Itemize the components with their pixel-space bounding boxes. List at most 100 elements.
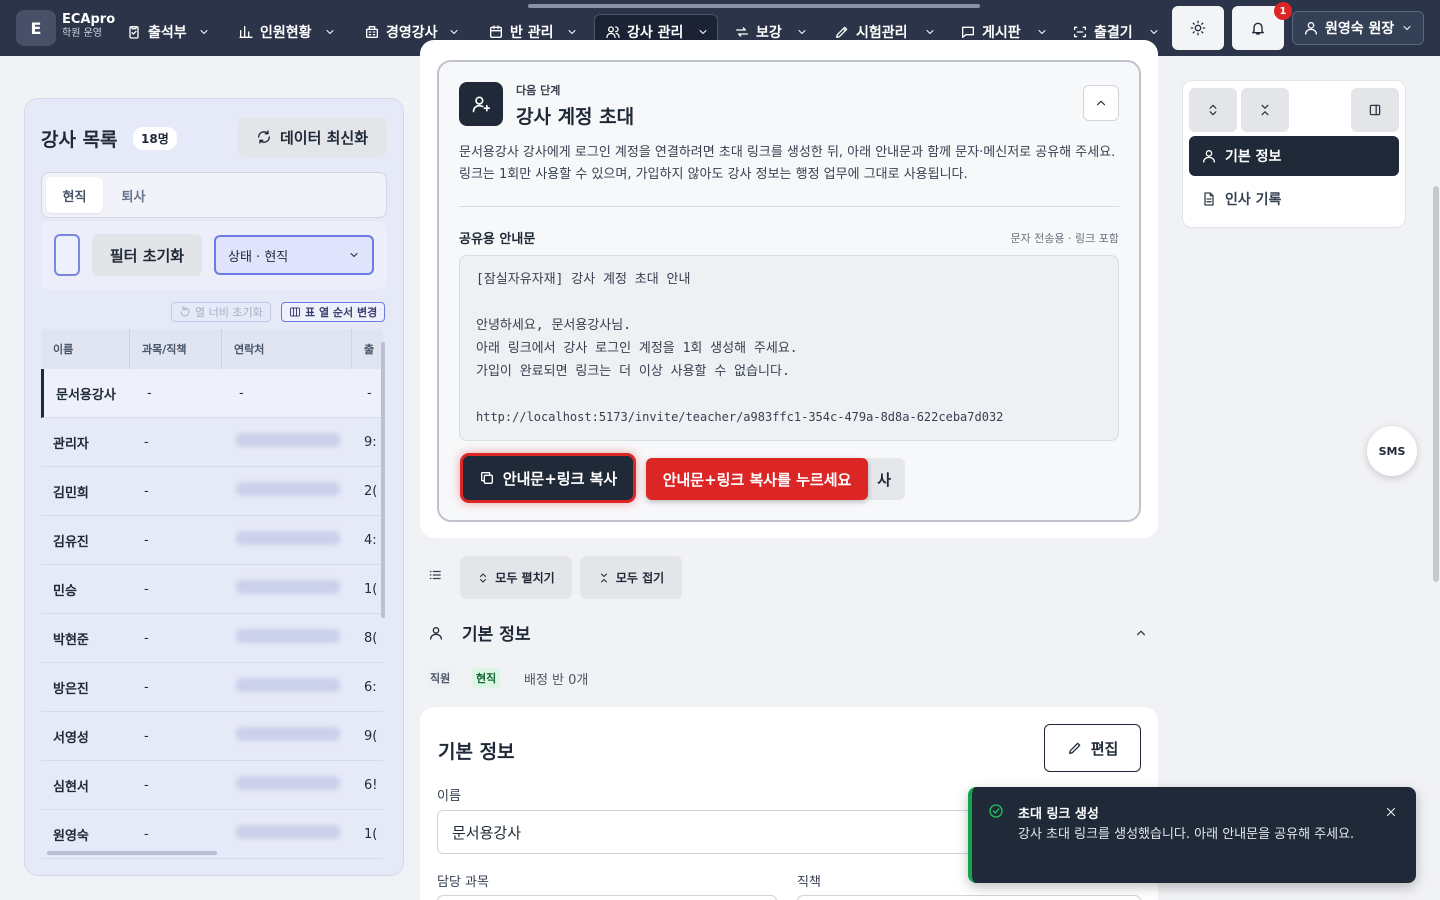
chevron-up-icon[interactable] bbox=[1134, 626, 1148, 640]
cell-extra: 8( bbox=[364, 630, 378, 646]
column-header-name[interactable]: 이름 bbox=[41, 329, 130, 369]
cell-subject: - bbox=[144, 728, 149, 744]
filter-bar: 필터 초기화 상태 · 현직 bbox=[41, 221, 387, 289]
cell-extra: 6! bbox=[364, 777, 378, 793]
pencil-icon bbox=[1068, 742, 1081, 754]
cell-name: 방은진 bbox=[53, 681, 89, 697]
name-field[interactable]: 문서용강사 bbox=[437, 810, 977, 854]
share-message-hint: 문자 전송용 · 링크 포함 bbox=[1010, 232, 1119, 245]
theme-toggle-button[interactable] bbox=[1172, 6, 1224, 50]
copy-button-label: 안내문+링크 복사 bbox=[502, 469, 618, 488]
nav-hr-records[interactable]: 인사 기록 bbox=[1189, 179, 1399, 219]
brand-name: ECApro bbox=[62, 12, 116, 27]
cell-extra: 1( bbox=[364, 826, 378, 842]
column-header-contact[interactable]: 연락처 bbox=[222, 329, 352, 369]
nav-label: 인원현황 bbox=[260, 25, 312, 41]
invite-link: http://localhost:5173/invite/teacher/a98… bbox=[476, 410, 1004, 424]
status-tabs: 현직 퇴사 bbox=[41, 172, 387, 218]
basic-info-section-header[interactable]: 기본 정보 bbox=[428, 620, 530, 645]
role-field[interactable] bbox=[797, 895, 1141, 900]
column-order-button[interactable]: 표 열 순서 변경 bbox=[281, 302, 386, 322]
toggle-panel-button[interactable] bbox=[1351, 88, 1399, 132]
nav-headcount[interactable]: 인원현황 bbox=[230, 14, 344, 50]
tab-current[interactable]: 현직 bbox=[46, 177, 103, 213]
cell-extra: 6: bbox=[364, 679, 377, 695]
close-icon[interactable] bbox=[1384, 805, 1398, 819]
scan-icon bbox=[1074, 26, 1086, 38]
invite-step-label: 다음 단계 bbox=[516, 84, 561, 97]
teacher-list-title: 강사 목록 bbox=[41, 129, 118, 151]
toast-message: 강사 초대 링크를 생성했습니다. 아래 안내문을 공유해 주세요. bbox=[1018, 827, 1355, 842]
expand-all-button[interactable]: 모두 펼치기 bbox=[460, 556, 572, 599]
expand-sections-button[interactable] bbox=[1189, 88, 1237, 132]
collapse-sections-button[interactable] bbox=[1241, 88, 1289, 132]
edit-label: 편집 bbox=[1090, 739, 1119, 758]
refresh-data-button[interactable]: 데이터 최신화 bbox=[237, 117, 387, 157]
chevron-down-icon bbox=[926, 30, 934, 34]
cell-subject: - bbox=[144, 826, 149, 842]
table-row[interactable]: 방은진 - 6: bbox=[41, 663, 383, 712]
invite-collapse-button[interactable] bbox=[1083, 85, 1119, 121]
column-header-extra[interactable]: 출 bbox=[352, 329, 383, 369]
copy-message-link-button[interactable]: 안내문+링크 복사 bbox=[463, 456, 633, 500]
nav-basic-info[interactable]: 기본 정보 bbox=[1189, 136, 1399, 176]
table-row[interactable]: 심현서 - 6! bbox=[41, 761, 383, 810]
bar-chart-icon bbox=[239, 26, 253, 38]
section-heading: 기본 정보 bbox=[462, 625, 531, 645]
cell-contact: - bbox=[239, 385, 244, 401]
page-scrollbar[interactable] bbox=[1433, 186, 1439, 582]
column-width-reset-button[interactable]: 열 너비 초기화 bbox=[171, 302, 271, 322]
expand-all-label: 모두 펼치기 bbox=[495, 571, 555, 585]
file-text-icon bbox=[1204, 192, 1214, 206]
table-horizontal-scrollbar[interactable] bbox=[47, 851, 217, 855]
table-row[interactable]: 관리자 - 9: bbox=[41, 418, 383, 467]
table-row[interactable]: 서영성 - 9( bbox=[41, 712, 383, 761]
chevrons-up-down-icon bbox=[480, 573, 487, 582]
redacted-contact bbox=[236, 776, 340, 790]
share-message-box[interactable]: [잠실자유자재] 강사 계정 초대 안내 안녕하세요, 문서용강사님. 아래 링크에… bbox=[459, 255, 1119, 441]
nav-label: 시험관리 bbox=[856, 25, 908, 41]
cell-subject: - bbox=[144, 483, 149, 499]
table-row[interactable]: 민승 - 1( bbox=[41, 565, 383, 614]
table-row[interactable]: 김유진 - 4: bbox=[41, 516, 383, 565]
cell-contact bbox=[222, 825, 352, 843]
user-plus-icon bbox=[459, 82, 503, 126]
table-vertical-scrollbar[interactable] bbox=[381, 342, 385, 618]
status-select-value: 상태 · 현직 bbox=[228, 249, 289, 265]
redacted-contact bbox=[236, 433, 340, 447]
column-header-subject[interactable]: 과목/직책 bbox=[130, 329, 222, 369]
cell-extra: 9( bbox=[364, 728, 378, 744]
brand-logo[interactable]: E bbox=[16, 10, 56, 46]
user-menu-button[interactable]: 원영숙 원장 bbox=[1292, 11, 1424, 45]
status-select[interactable]: 상태 · 현직 bbox=[214, 235, 374, 275]
nav-basic-info-label: 기본 정보 bbox=[1225, 149, 1282, 165]
chevrons-down-up-icon bbox=[600, 573, 607, 582]
subject-field[interactable] bbox=[437, 895, 777, 900]
notifications-button[interactable]: 1 bbox=[1232, 2, 1292, 50]
user-label: 원영숙 원장 bbox=[1325, 21, 1395, 37]
filter-reset-button[interactable]: 필터 초기화 bbox=[92, 234, 202, 276]
cell-subject: - bbox=[144, 630, 149, 646]
cell-name: 서영성 bbox=[53, 730, 89, 746]
collapse-all-button[interactable]: 모두 접기 bbox=[580, 556, 682, 599]
table-row[interactable]: 문서용강사 - - - bbox=[41, 369, 383, 418]
chevron-down-icon bbox=[1403, 26, 1411, 30]
message-line: 안녕하세요, 문서용강사님. bbox=[476, 318, 632, 333]
table-row[interactable]: 김민희 - 2( bbox=[41, 467, 383, 516]
cell-contact bbox=[222, 727, 352, 745]
share-message-label: 공유용 안내문 bbox=[459, 232, 536, 247]
rotate-icon bbox=[180, 306, 190, 317]
cell-name: 민승 bbox=[53, 583, 77, 599]
chevron-down-icon bbox=[1150, 30, 1158, 34]
tab-resigned[interactable]: 퇴사 bbox=[105, 177, 162, 213]
table-row[interactable]: 박현준 - 8( bbox=[41, 614, 383, 663]
nav-scrollbar[interactable] bbox=[528, 4, 980, 8]
toast-title: 초대 링크 생성 bbox=[1018, 807, 1099, 822]
column-width-reset-label: 열 너비 초기화 bbox=[195, 306, 263, 319]
refresh-label: 데이터 최신화 bbox=[279, 128, 369, 147]
filter-checkbox[interactable] bbox=[54, 234, 80, 276]
edit-button[interactable]: 편집 bbox=[1044, 724, 1141, 772]
cell-name: 관리자 bbox=[53, 436, 89, 452]
nav-attendance[interactable]: 출석부 bbox=[118, 14, 218, 50]
sms-button[interactable]: SMS bbox=[1367, 426, 1417, 476]
